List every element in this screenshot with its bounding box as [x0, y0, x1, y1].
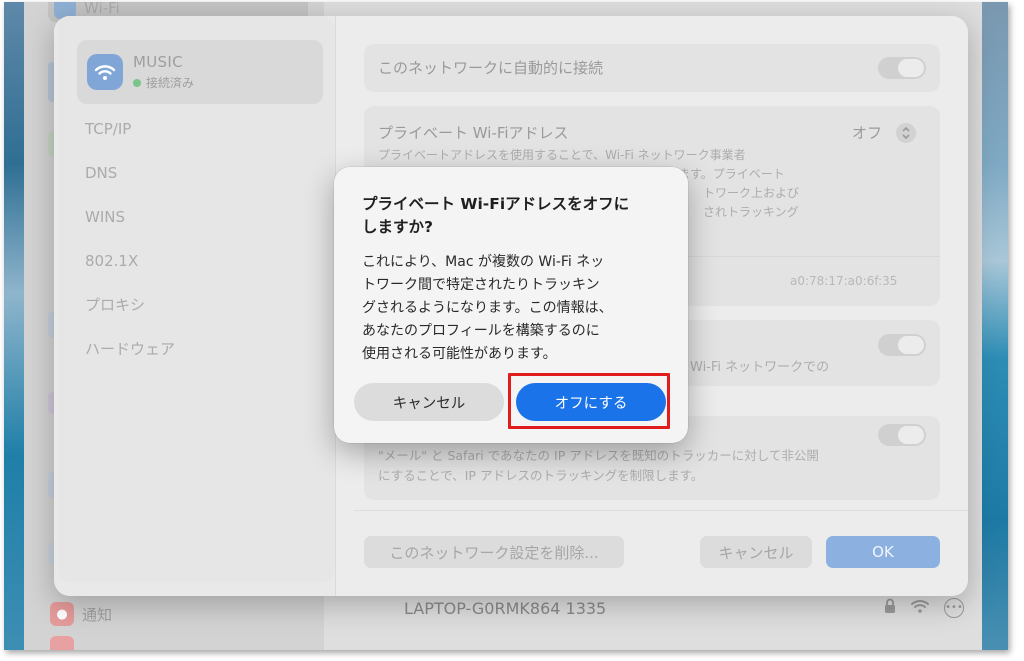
network-status: 接続済み: [133, 74, 194, 91]
chevron-updown-icon: [896, 122, 917, 143]
highlight-annotation: [508, 373, 670, 429]
dialog-cancel-button[interactable]: キャンセル: [354, 383, 504, 421]
sheet-sidebar-menu: TCP/IP DNS WINS 802.1X プロキシ ハードウェア: [85, 119, 175, 383]
network-status-label: 接続済み: [146, 76, 195, 90]
sidebar-item-label: 通知: [82, 605, 113, 624]
sidebar-item-hardware[interactable]: ハードウェア: [85, 339, 175, 383]
dialog-title-line: プライベート Wi-Fiアドレスをオフに: [362, 195, 630, 213]
auto-join-label: このネットワークに自動的に接続: [378, 59, 604, 77]
sidebar-item-label: Wi-Fi: [84, 2, 120, 17]
desktop-background-right: [982, 2, 1008, 650]
desc-line: にすることで、IP アドレスのトラッキングを制限します。: [378, 468, 704, 483]
sheet-cancel-button[interactable]: キャンセル: [700, 536, 812, 568]
more-icon[interactable]: •••: [944, 598, 964, 618]
wifi-icon: [87, 54, 123, 90]
sidebar-icon-partial: [50, 636, 74, 650]
sidebar-item-wins[interactable]: WINS: [85, 207, 175, 251]
wifi-icon: [910, 598, 930, 618]
sheet-sidebar: MUSIC 接続済み TCP/IP DNS WINS 802.1X プロキシ ハ…: [54, 16, 336, 596]
sidebar-item-dns[interactable]: DNS: [85, 163, 175, 207]
dialog-message: これにより、Mac が複数の Wi-Fi ネッ トワーク間で特定されたりトラッキ…: [362, 251, 660, 366]
auto-join-row: このネットワークに自動的に接続: [364, 44, 940, 92]
dialog-message-line: 使用される可能性があります。: [362, 346, 557, 362]
sidebar-item-notifications[interactable]: ● 通知: [50, 602, 112, 626]
dialog-message-line: あなたのプロフィールを構築するのに: [362, 323, 600, 339]
forget-network-button[interactable]: このネットワーク設定を削除...: [364, 536, 624, 568]
private-address-label: プライベート Wi-Fiアドレス: [378, 124, 569, 142]
network-name: MUSIC: [133, 53, 183, 71]
sidebar-item-8021x[interactable]: 802.1X: [85, 251, 175, 295]
lock-icon: [884, 598, 896, 618]
private-address-value: オフ: [852, 124, 883, 142]
dialog-message-line: トワーク間で特定されたりトラッキン: [362, 277, 600, 293]
sidebar-item-proxy[interactable]: プロキシ: [85, 295, 175, 339]
network-row-name: LAPTOP-G0RMK864 1335: [404, 598, 607, 618]
mac-address-value: a0:78:17:a0:6f:35: [790, 274, 898, 288]
low-data-desc: Wi-Fi ネットワークでの: [690, 360, 830, 375]
low-data-mode-toggle[interactable]: [878, 334, 926, 356]
dialog-title: プライベート Wi-Fiアドレスをオフに しますか?: [362, 193, 660, 239]
footer-divider: [354, 510, 968, 511]
selected-network-item[interactable]: MUSIC 接続済み: [77, 40, 323, 104]
dialog-message-line: グされるようになります。この情報は、: [362, 300, 613, 316]
bell-icon: ●: [50, 602, 74, 626]
sheet-ok-button[interactable]: OK: [826, 536, 940, 568]
limit-ip-desc: "メール" と Safari であなたの IP アドレスを既知のトラッカーに対し…: [378, 446, 819, 486]
auto-join-toggle[interactable]: [878, 57, 926, 79]
desc-line: "メール" と Safari であなたの IP アドレスを既知のトラッカーに対し…: [378, 448, 819, 463]
desktop-background-left: [4, 2, 24, 650]
desc-line: プライベートアドレスを使用することで、Wi-Fi ネットワーク事業者: [378, 148, 746, 162]
dialog-message-line: これにより、Mac が複数の Wi-Fi ネッ: [362, 254, 605, 270]
status-dot: [133, 78, 141, 87]
sidebar-item-tcpip[interactable]: TCP/IP: [85, 119, 175, 163]
private-address-select[interactable]: オフ: [852, 122, 917, 143]
dialog-title-line: しますか?: [362, 218, 433, 236]
limit-ip-tracking-toggle[interactable]: [878, 424, 926, 446]
